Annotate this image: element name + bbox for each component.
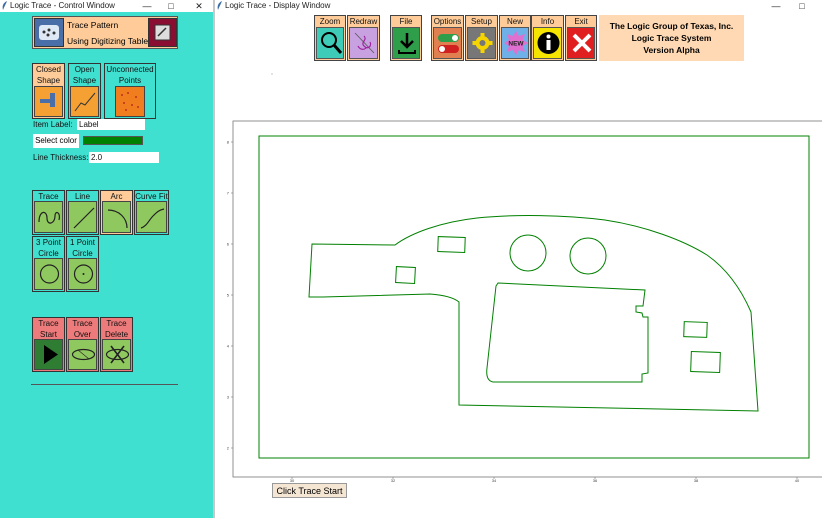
x-tick-label: 36 (593, 478, 598, 483)
trace-delete-button[interactable]: Trace Delete (100, 317, 133, 372)
feather-icon (217, 1, 222, 10)
one-point-circle-icon (68, 258, 97, 290)
x-tick-label: 40 (795, 478, 800, 483)
inner-outline-trace (486, 282, 649, 383)
line-thickness-input[interactable] (89, 152, 159, 163)
x-tick-label: 38 (694, 478, 699, 483)
digitizing-tablet-button[interactable] (148, 18, 177, 47)
small-rect-right-upper (683, 321, 708, 338)
divider (31, 384, 178, 385)
closed-shape-icon (34, 86, 63, 117)
select-color-label: Select color (35, 136, 77, 145)
open-shape-icon (70, 86, 99, 117)
unconnected-points-icon (115, 86, 145, 117)
delete-ellipse-icon (102, 339, 131, 370)
x-tick-label: 32 (391, 478, 396, 483)
unconnected-points-label1: Unconnected (106, 65, 154, 74)
x-tick-label: 34 (492, 478, 497, 483)
tool-3-point-circle-button[interactable]: 3 Point Circle (32, 236, 65, 292)
open-shape-button[interactable]: Open Shape (68, 63, 101, 119)
click-trace-start-label: Click Trace Start (276, 486, 343, 496)
control-window-titlebar: Logic Trace - Control Window — □ ✕ (0, 0, 213, 12)
control-window-title: Logic Trace - Control Window (10, 1, 115, 10)
feather-icon (2, 1, 7, 10)
y-tick-label: 7 (227, 191, 230, 196)
curve-fit-icon (136, 201, 167, 233)
trace-drawing (258, 135, 810, 459)
tool-1-point-circle-label1: 1 Point (70, 238, 95, 247)
small-rect-left (395, 266, 416, 285)
closed-shape-label2: Shape (36, 76, 61, 85)
small-rect-top (437, 236, 466, 254)
tablet-icon (34, 18, 64, 47)
display-window-titlebar: Logic Trace - Display Window — □ (215, 0, 822, 12)
control-window: Trace Pattern Using Digitizing Tablet Cl… (0, 12, 213, 518)
click-trace-start-button[interactable]: Click Trace Start (272, 483, 347, 498)
trace-start-button[interactable]: Trace Start (32, 317, 65, 372)
x-axis-ticks: 30 32 34 36 38 40 (290, 477, 800, 483)
trace-over-button[interactable]: Trace Over (66, 317, 99, 372)
item-label-input[interactable] (77, 119, 145, 130)
open-shape-label2: Shape (72, 76, 97, 85)
trace-delete-label1: Trace (106, 319, 127, 328)
tool-line-button[interactable]: Line (66, 190, 99, 235)
y-tick-label: 6 (227, 242, 230, 247)
tool-curve-fit-button[interactable]: Curve Fit (134, 190, 169, 235)
unconnected-points-button[interactable]: Unconnected Points (104, 63, 156, 119)
y-tick-label: 3 (227, 395, 230, 400)
minimize-button[interactable]: — (767, 0, 785, 12)
minimize-button[interactable]: — (138, 0, 156, 12)
closed-shape-button[interactable]: Closed Shape (32, 63, 65, 119)
maximize-button[interactable]: □ (793, 0, 811, 12)
y-tick-label: 2 (227, 446, 230, 451)
closed-shape-label1: Closed (36, 65, 61, 74)
header-line1: Trace Pattern (67, 20, 119, 30)
tool-1-point-circle-button[interactable]: 1 Point Circle (66, 236, 99, 292)
trace-start-label1: Trace (38, 319, 59, 328)
boundary-rectangle (258, 135, 810, 459)
y-tick-label: 5 (227, 293, 230, 298)
tool-trace-button[interactable]: Trace (32, 190, 65, 235)
trace-pattern-header: Trace Pattern Using Digitizing Tablet (32, 16, 178, 49)
open-shape-label1: Open (74, 65, 95, 74)
y-tick-label: 4 (227, 344, 230, 349)
y-tick-label: 8 (227, 140, 230, 145)
small-rect-right-lower (690, 351, 721, 374)
maximize-button[interactable]: □ (162, 0, 180, 12)
display-window: Zoom Redraw File Options Setup New NEW I… (215, 12, 822, 518)
circle-left (509, 234, 547, 272)
unconnected-points-label2: Points (118, 76, 142, 85)
line-icon (68, 201, 97, 233)
cursor-dot (271, 73, 273, 75)
trace-over-label1: Trace (72, 319, 93, 328)
trace-icon (34, 201, 63, 233)
item-label-label: Item Label: (33, 120, 73, 129)
circle-right (569, 237, 607, 275)
select-color-button[interactable]: Select color (33, 134, 79, 148)
close-window-button[interactable]: ✕ (190, 0, 208, 12)
tool-arc-button[interactable]: Arc (100, 190, 133, 235)
three-point-circle-icon (34, 258, 63, 290)
arc-icon (102, 201, 131, 233)
play-icon (34, 339, 63, 370)
ellipse-icon (68, 339, 97, 370)
line-thickness-label: Line Thickness: (33, 153, 89, 162)
trace-plot[interactable]: 30 32 34 36 38 40 2345678 (215, 12, 822, 518)
plot-frame (232, 120, 822, 478)
color-swatch (83, 136, 143, 145)
display-window-title: Logic Trace - Display Window (225, 1, 331, 10)
header-line2: Using Digitizing Tablet (67, 36, 151, 46)
y-axis-ticks: 2 3 4 5 6 7 8 (227, 140, 233, 451)
tool-3-point-circle-label1: 3 Point (36, 238, 61, 247)
